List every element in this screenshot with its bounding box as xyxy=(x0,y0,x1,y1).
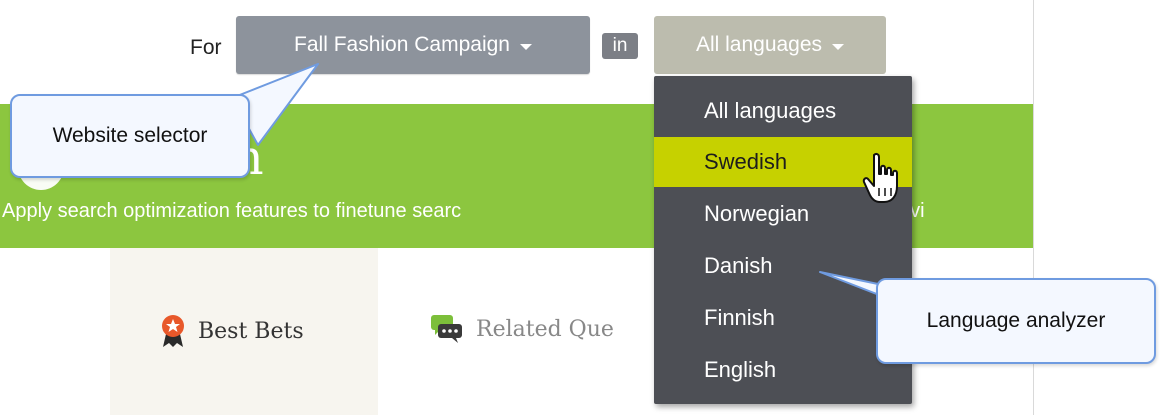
website-selector-callout-text: Website selector xyxy=(52,124,208,147)
website-selector-callout: Website selector xyxy=(10,94,250,178)
language-analyzer-callout: Language analyzer xyxy=(876,278,1156,364)
language-analyzer-callout-text: Language analyzer xyxy=(926,309,1106,332)
hand-pointer-icon xyxy=(862,152,898,203)
